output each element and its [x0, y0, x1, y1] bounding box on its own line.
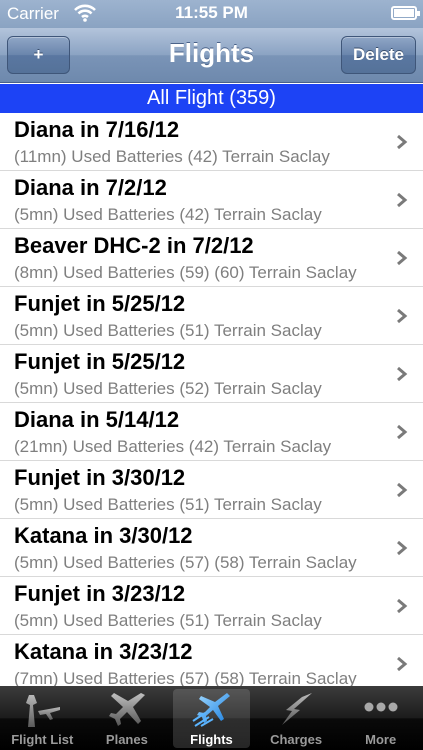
- flight-details: (5mn) Used Batteries (52) Terrain Saclay: [14, 379, 322, 398]
- flight-row[interactable]: Funjet in 5/25/12 (5mn) Used Batteries (…: [0, 287, 423, 345]
- tab-planes[interactable]: Planes: [85, 686, 170, 750]
- flight-details: (8mn) Used Batteries (59) (60) Terrain S…: [14, 263, 357, 282]
- delete-button[interactable]: Delete: [341, 36, 416, 74]
- chevron-right-icon: [397, 482, 408, 498]
- flight-details: (5mn) Used Batteries (51) Terrain Saclay: [14, 495, 322, 514]
- flight-details: (5mn) Used Batteries (57) (58) Terrain S…: [14, 553, 357, 572]
- chevron-right-icon: [397, 366, 408, 382]
- flight-title: Funjet in 3/23/12: [14, 581, 186, 606]
- tab-flight-list[interactable]: Flight List: [0, 686, 85, 750]
- chevron-right-icon: [397, 134, 408, 150]
- flight-details: (5mn) Used Batteries (51) Terrain Saclay: [14, 611, 322, 630]
- lightning-icon: [282, 693, 313, 725]
- flight-title: Katana in 3/23/12: [14, 639, 193, 664]
- battery-icon: [391, 6, 420, 20]
- tab-charges[interactable]: Charges: [254, 686, 339, 750]
- flight-title: Katana in 3/30/12: [14, 523, 193, 548]
- flight-title: Funjet in 5/25/12: [14, 291, 186, 316]
- tab-bar: Flight List Planes Flights Charges More: [0, 686, 423, 750]
- flight-details: (21mn) Used Batteries (42) Terrain Sacla…: [14, 437, 332, 456]
- status-bar: Carrier 11:55 PM: [0, 0, 423, 28]
- flight-row[interactable]: Beaver DHC-2 in 7/2/12 (8mn) Used Batter…: [0, 229, 423, 287]
- flight-row[interactable]: Diana in 5/14/12 (21mn) Used Batteries (…: [0, 403, 423, 461]
- chevron-right-icon: [397, 192, 408, 208]
- flying-plane-icon: [192, 693, 231, 727]
- flight-title: Diana in 7/16/12: [14, 117, 180, 142]
- flight-row[interactable]: Diana in 7/2/12 (5mn) Used Batteries (42…: [0, 171, 423, 229]
- flight-title: Beaver DHC-2 in 7/2/12: [14, 233, 254, 258]
- flight-row[interactable]: Diana in 7/16/12 (11mn) Used Batteries (…: [0, 113, 423, 171]
- section-header: All Flight (359): [0, 84, 423, 113]
- flight-title: Diana in 5/14/12: [14, 407, 180, 432]
- chevron-right-icon: [397, 308, 408, 324]
- chevron-right-icon: [397, 250, 408, 266]
- tab-more[interactable]: More: [338, 686, 423, 750]
- tab-label: Planes: [105, 732, 148, 747]
- flight-list[interactable]: Diana in 7/16/12 (11mn) Used Batteries (…: [0, 113, 423, 686]
- flight-row[interactable]: Funjet in 3/23/12 (5mn) Used Batteries (…: [0, 577, 423, 635]
- flight-row[interactable]: Katana in 3/23/12 (7mn) Used Batteries (…: [0, 635, 423, 686]
- plane-icon: [108, 693, 145, 726]
- chevron-right-icon: [397, 424, 408, 440]
- tab-label: Charges: [270, 732, 323, 747]
- tab-label: More: [365, 732, 397, 747]
- flight-details: (7mn) Used Batteries (57) (58) Terrain S…: [14, 669, 357, 686]
- flight-row[interactable]: Funjet in 5/25/12 (5mn) Used Batteries (…: [0, 345, 423, 403]
- flight-title: Diana in 7/2/12: [14, 175, 167, 200]
- clock: 11:55 PM: [175, 3, 248, 22]
- tower-plane-icon: [26, 695, 61, 727]
- flight-title: Funjet in 5/25/12: [14, 349, 186, 374]
- more-dots-icon: [364, 702, 398, 712]
- flight-details: (5mn) Used Batteries (51) Terrain Saclay: [14, 321, 322, 340]
- flight-row[interactable]: Katana in 3/30/12 (5mn) Used Batteries (…: [0, 519, 423, 577]
- tab-label: Flights: [190, 732, 233, 747]
- flight-details: (11mn) Used Batteries (42) Terrain Sacla…: [14, 147, 330, 166]
- chevron-right-icon: [397, 656, 408, 672]
- flight-details: (5mn) Used Batteries (42) Terrain Saclay: [14, 205, 322, 224]
- chevron-right-icon: [397, 540, 408, 556]
- flight-title: Funjet in 3/30/12: [14, 465, 186, 490]
- tab-flights[interactable]: Flights: [169, 686, 254, 750]
- navigation-bar: + Flights Delete: [0, 28, 423, 83]
- flight-row[interactable]: Funjet in 3/30/12 (5mn) Used Batteries (…: [0, 461, 423, 519]
- tab-label: Flight List: [11, 732, 74, 747]
- chevron-right-icon: [397, 598, 408, 614]
